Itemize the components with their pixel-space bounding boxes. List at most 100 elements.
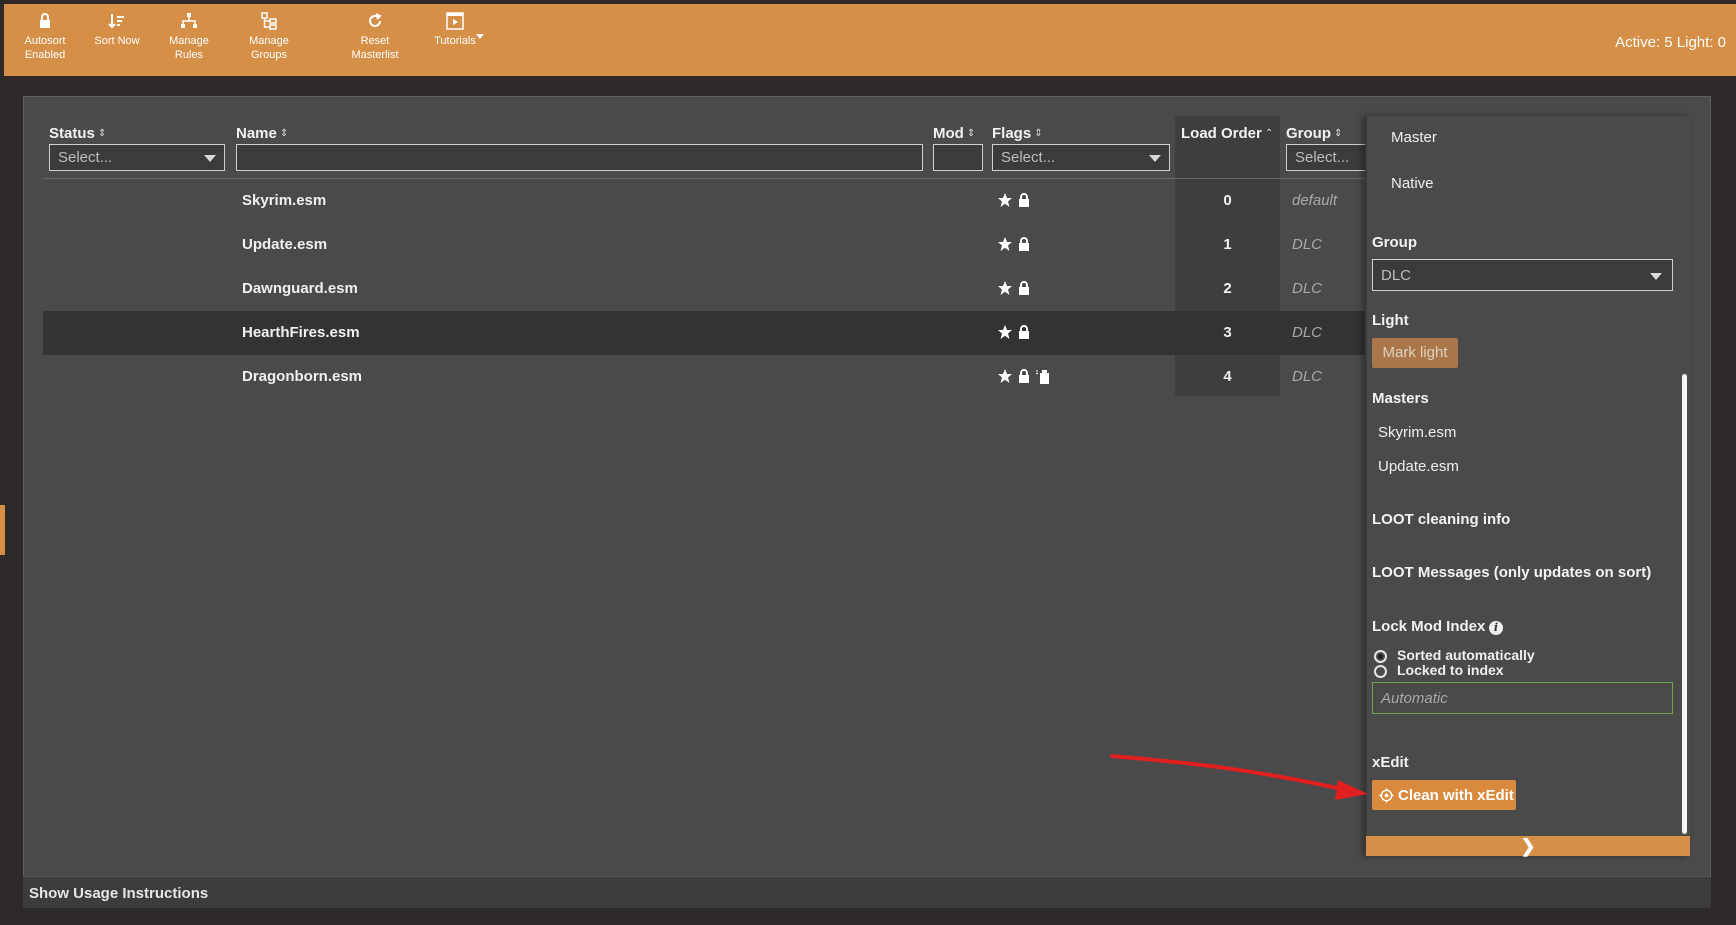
reset-masterlist-button[interactable]: Reset Masterlist <box>344 12 406 72</box>
group-select[interactable]: DLC <box>1372 259 1673 291</box>
cleaning-info-heading[interactable]: LOOT cleaning info <box>1372 511 1510 528</box>
master-item: Skyrim.esm <box>1378 424 1457 441</box>
plugin-row[interactable]: Dragonborn.esm 4 DLC <box>43 355 1368 399</box>
flags-filter-select[interactable]: Select... <box>992 144 1170 171</box>
active-count-status: Active: 5 Light: 0 <box>1615 34 1726 51</box>
lock-icon <box>1019 281 1029 295</box>
sort-icon: ⇕ <box>966 128 976 139</box>
mod-header-label: Mod <box>933 125 964 142</box>
plugin-row-selected[interactable]: HearthFires.esm 3 DLC <box>43 311 1368 355</box>
manage-groups-button[interactable]: Manage Groups <box>244 12 294 72</box>
sort-icon: ⇕ <box>97 128 107 139</box>
group-filter-select[interactable]: Select... <box>1286 144 1366 171</box>
radio-sorted-automatically[interactable] <box>1374 650 1387 663</box>
manage-groups-label: Manage Groups <box>249 35 289 61</box>
group-select-value: DLC <box>1381 267 1412 284</box>
mark-light-button[interactable]: Mark light <box>1372 338 1458 368</box>
gear-icon <box>1379 787 1394 803</box>
collapse-editor-button[interactable]: ❯ <box>1366 836 1690 856</box>
clean-icon <box>1035 370 1049 384</box>
light-label: Light <box>1372 312 1409 329</box>
status-filter-select[interactable]: Select... <box>49 144 225 171</box>
clean-button-label: Clean with xEdit <box>1398 786 1514 804</box>
plugin-row[interactable]: Skyrim.esm 0 default <box>43 179 1368 223</box>
status-filter-placeholder: Select... <box>58 149 113 166</box>
plugin-editor-card <box>1365 116 1690 856</box>
flag-native-option[interactable]: Native <box>1391 175 1434 192</box>
group-column-header[interactable]: Group ⇕ <box>1286 125 1342 142</box>
lock-icon <box>1019 325 1029 339</box>
flag-master-option[interactable]: Master <box>1391 129 1437 146</box>
show-usage-instructions-link[interactable]: Show Usage Instructions <box>29 885 208 902</box>
annotation-arrow <box>1110 754 1368 800</box>
load-order-index: 2 <box>1223 280 1232 297</box>
mod-filter-input[interactable] <box>933 144 983 171</box>
hierarchy-icon <box>181 13 197 28</box>
plugin-flags <box>997 236 1032 252</box>
clean-with-xedit-button[interactable]: Clean with xEdit <box>1372 780 1516 810</box>
editor-scrollbar[interactable] <box>1682 374 1687 834</box>
manage-rules-label: Manage Rules <box>169 35 209 61</box>
status-header-label: Status <box>49 125 95 142</box>
radio-locked-to-index[interactable] <box>1374 665 1387 678</box>
load-order-index: 4 <box>1223 368 1232 385</box>
mod-column-header[interactable]: Mod ⇕ <box>933 125 975 142</box>
flags-column-header[interactable]: Flags ⇕ <box>992 125 1043 142</box>
load-order-header-label: Load Order <box>1181 125 1262 142</box>
plugin-name: Dawnguard.esm <box>242 280 358 297</box>
group-label: Group <box>1372 234 1417 251</box>
name-column-header[interactable]: Name ⇕ <box>236 125 288 142</box>
load-order-index: 1 <box>1223 236 1232 253</box>
chevron-right-icon: ❯ <box>1520 836 1536 856</box>
tutorials-label: Tutorials <box>434 35 476 47</box>
lock-icon <box>1019 237 1029 251</box>
autosort-button[interactable]: Autosort Enabled <box>22 12 68 72</box>
loot-messages-heading[interactable]: LOOT Messages (only updates on sort) <box>1372 564 1651 581</box>
plugin-group: default <box>1292 192 1338 209</box>
refresh-icon <box>369 13 382 27</box>
lock-icon <box>1019 193 1029 207</box>
autosort-label: Autosort Enabled <box>24 35 66 61</box>
name-header-label: Name <box>236 125 277 142</box>
load-order-index-input[interactable]: Automatic <box>1372 682 1673 714</box>
plugin-row[interactable]: Dawnguard.esm 2 DLC <box>43 267 1368 311</box>
plugin-name: HearthFires.esm <box>242 324 360 341</box>
plugin-group: DLC <box>1292 236 1323 253</box>
sort-now-label: Sort Now <box>94 35 140 47</box>
plugin-group: DLC <box>1292 280 1323 297</box>
name-filter-input[interactable] <box>236 144 923 171</box>
manage-rules-button[interactable]: Manage Rules <box>164 12 214 72</box>
star-icon <box>998 237 1012 251</box>
sort-icon: ⇕ <box>1034 128 1043 139</box>
status-column-header[interactable]: Status ⇕ <box>49 125 106 142</box>
master-item: Update.esm <box>1378 458 1459 475</box>
load-order-column-header[interactable]: Load Order ⌃ <box>1181 125 1273 142</box>
plugin-flags <box>997 280 1032 296</box>
plugin-name: Skyrim.esm <box>242 192 327 209</box>
flags-header-label: Flags <box>992 125 1032 142</box>
info-icon[interactable]: i <box>1489 621 1503 635</box>
flags-filter-placeholder: Select... <box>1001 149 1056 166</box>
lock-icon <box>1019 369 1029 383</box>
plugin-name: Dragonborn.esm <box>242 368 363 385</box>
sort-icon <box>108 14 124 29</box>
plugin-flags <box>997 192 1032 208</box>
radio-sorted-label: Sorted automatically <box>1397 647 1535 663</box>
chevron-down-icon <box>204 155 216 162</box>
video-icon <box>446 12 464 30</box>
star-icon <box>998 281 1012 295</box>
chevron-down-icon <box>1149 155 1161 162</box>
sort-now-button[interactable]: Sort Now <box>92 12 142 72</box>
reset-masterlist-label: Reset Masterlist <box>351 35 399 61</box>
group-filter-placeholder: Select... <box>1295 149 1350 166</box>
star-icon <box>998 325 1012 339</box>
tutorials-button[interactable]: Tutorials <box>424 12 486 72</box>
sort-icon: ⇕ <box>279 128 289 139</box>
plugin-flags <box>997 324 1032 340</box>
plugin-row[interactable]: Update.esm 1 DLC <box>43 223 1368 267</box>
plugin-name: Update.esm <box>242 236 328 253</box>
toolbar: Autosort Enabled Sort Now Manage Rules M… <box>4 4 1736 76</box>
plugin-group: DLC <box>1292 324 1323 341</box>
tutorials-dropdown-icon[interactable] <box>476 34 484 39</box>
xedit-label: xEdit <box>1372 754 1409 771</box>
